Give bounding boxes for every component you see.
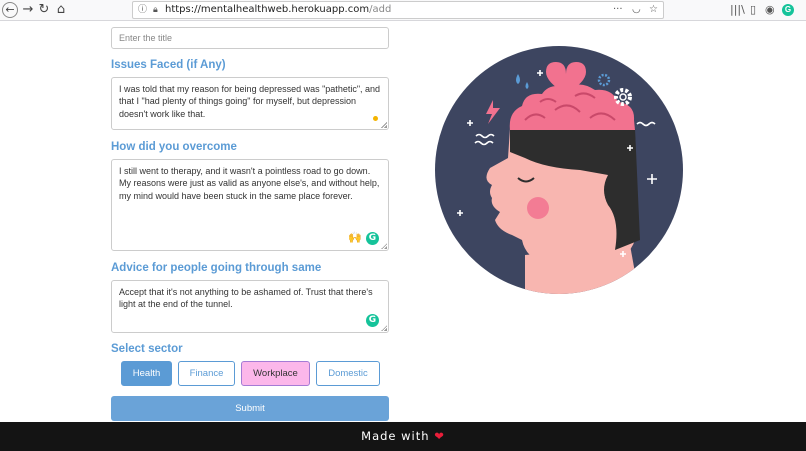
bookmark-star-icon[interactable]: ☆: [649, 2, 658, 18]
back-arrow-icon[interactable]: ←: [2, 2, 18, 18]
grammarly-extension-icon[interactable]: G: [782, 4, 794, 16]
sector-finance-button[interactable]: Finance: [178, 361, 235, 386]
sector-workplace-button[interactable]: Workplace: [241, 361, 310, 386]
advice-label: Advice for people going through same: [111, 262, 322, 274]
sector-label: Select sector: [111, 343, 183, 355]
browser-toolbar: ← → ↻ ⌂ ⓘ 🔒︎ https://mentalhealthweb.her…: [0, 0, 806, 21]
sector-domestic-button[interactable]: Domestic: [316, 361, 380, 386]
title-input[interactable]: Enter the title: [111, 27, 389, 49]
overcome-textarea[interactable]: I still went to therapy, and it wasn't a…: [111, 159, 389, 251]
footer-text: Made with: [361, 429, 430, 443]
sector-health-button[interactable]: Health: [121, 361, 172, 386]
footer: Made with ❤: [0, 422, 806, 451]
forward-arrow-icon[interactable]: →: [20, 2, 36, 18]
grammarly-dot-icon[interactable]: [373, 116, 378, 121]
issues-label: Issues Faced (if Any): [111, 59, 226, 71]
lock-icon: 🔒︎: [153, 5, 158, 15]
resize-handle-icon[interactable]: [381, 122, 387, 128]
pocket-icon[interactable]: ◡: [632, 2, 641, 18]
raised-hands-icon[interactable]: 🙌: [348, 232, 362, 244]
address-bar[interactable]: ⓘ 🔒︎ https://mentalhealthweb.herokuapp.c…: [132, 1, 664, 19]
resize-handle-icon[interactable]: [381, 243, 387, 249]
sidebar-icon[interactable]: ▯: [750, 3, 756, 17]
account-icon[interactable]: ◉: [765, 3, 775, 17]
resize-handle-icon[interactable]: [381, 325, 387, 331]
advice-textarea[interactable]: Accept that it's not anything to be asha…: [111, 280, 389, 333]
reload-icon[interactable]: ↻: [36, 2, 52, 18]
heart-icon: ❤: [434, 429, 445, 443]
issues-textarea[interactable]: I was told that my reason for being depr…: [111, 77, 389, 130]
submit-button[interactable]: Submit: [111, 396, 389, 421]
cheek-blush: [527, 197, 549, 219]
home-icon[interactable]: ⌂: [53, 2, 69, 18]
issues-text: I was told that my reason for being depr…: [119, 84, 381, 119]
url-text: https://mentalhealthweb.herokuapp.com/ad…: [165, 4, 392, 15]
overcome-text: I still went to therapy, and it wasn't a…: [119, 166, 380, 201]
ear-shape: [585, 185, 605, 215]
grammarly-button-icon[interactable]: G: [366, 232, 379, 245]
mental-health-illustration: [435, 46, 683, 296]
overcome-label: How did you overcome: [111, 141, 237, 153]
grammarly-button-icon[interactable]: G: [366, 314, 379, 327]
info-icon[interactable]: ⓘ: [138, 2, 147, 18]
advice-text: Accept that it's not anything to be asha…: [119, 287, 373, 310]
library-icon[interactable]: |||\: [730, 3, 745, 17]
more-icon[interactable]: ···: [613, 2, 623, 18]
